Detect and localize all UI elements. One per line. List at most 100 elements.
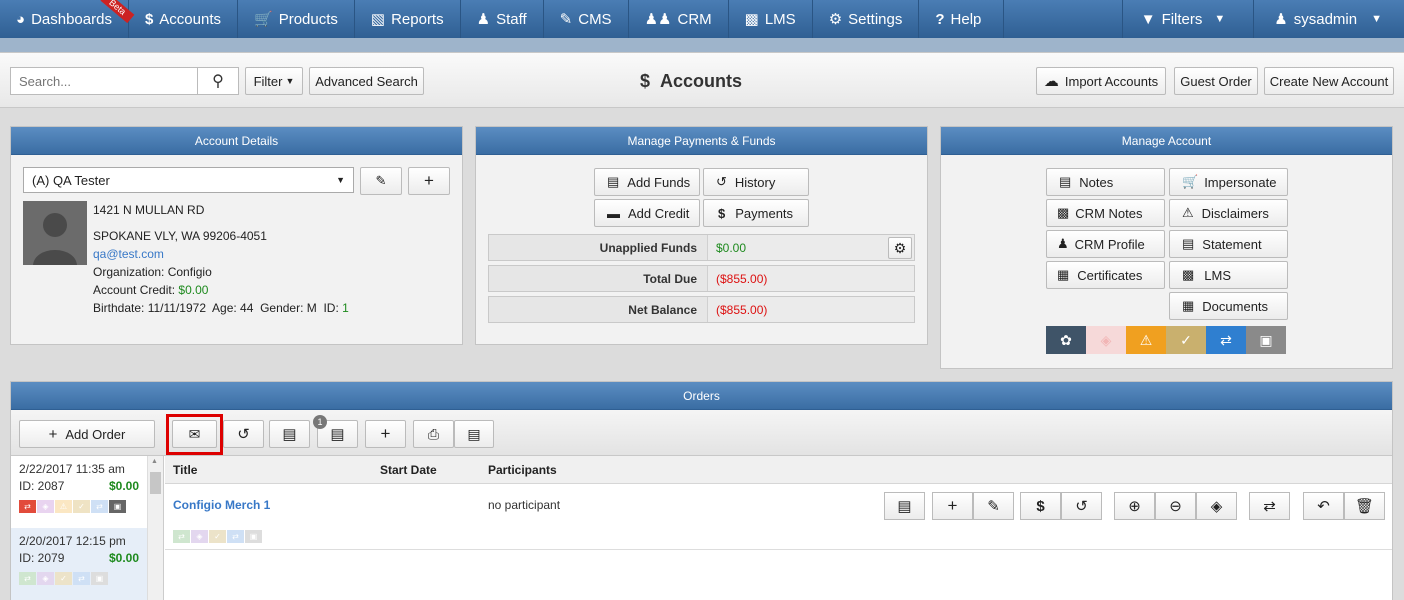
scroll-up-icon[interactable]: ▲ — [151, 458, 158, 465]
row-add-button[interactable]: + — [932, 492, 973, 520]
search-button[interactable]: ⚲ — [197, 67, 239, 95]
advanced-search-button[interactable]: Advanced Search — [309, 67, 424, 95]
add-item-button[interactable]: + — [365, 420, 406, 448]
order-list-scrollbar[interactable]: ▲ — [147, 456, 163, 600]
account-select[interactable]: (A) QA Tester ▼ — [23, 167, 354, 193]
pencil-icon: ✎ — [559, 11, 573, 28]
row-transfer-button[interactable]: ⇄ — [1249, 492, 1290, 520]
panel-heading: Orders — [11, 382, 1392, 410]
notes-button[interactable]: ▤ Notes — [1046, 168, 1165, 196]
funds-settings-button[interactable]: ⚙ — [888, 237, 912, 259]
create-account-button[interactable]: Create New Account — [1264, 67, 1394, 95]
row-edit-button[interactable]: ✎ — [973, 492, 1014, 520]
clipboard-badge-icon[interactable]: ✓ — [1166, 326, 1206, 354]
dollar-gear-icon: $ — [1036, 497, 1045, 515]
nav-filters[interactable]: ▼ Filters ▼ — [1121, 0, 1254, 38]
crm-notes-button[interactable]: ▩ CRM Notes — [1046, 199, 1165, 227]
warning-badge-icon[interactable]: ⚠ — [1126, 326, 1166, 354]
row-discount-button[interactable]: ◈ — [1196, 492, 1237, 520]
guest-order-button[interactable]: Guest Order — [1174, 67, 1258, 95]
disclaimers-button[interactable]: ⚠ Disclaimers — [1169, 199, 1288, 227]
row-history-button[interactable]: ↺ — [1061, 492, 1102, 520]
book-icon: ▩ — [744, 11, 759, 28]
gift-button[interactable]: ▤ — [269, 420, 310, 448]
minus-circle-icon: ⊖ — [1169, 498, 1182, 515]
list-item[interactable]: 2/20/2017 12:15 pm ID: 2079 $0.00 ⇄ ◈ ✓ ⇄ ▣ — [11, 528, 147, 600]
print-button[interactable]: ⎙ — [413, 420, 454, 448]
add-funds-button[interactable]: ▤ Add Funds — [594, 168, 700, 196]
list-item[interactable]: 2/22/2017 11:35 am ID: 2087 $0.00 ⇄ ◈ ⚠ ✓ ⇄ ▣ — [11, 456, 147, 528]
orders-grid-empty — [165, 550, 1392, 600]
edit-account-button[interactable]: ✎ — [360, 167, 402, 195]
email-link[interactable]: qa@test.com — [93, 247, 164, 261]
caret-down-icon: ▼ — [1371, 13, 1382, 25]
nav-crm[interactable]: ♟♟ CRM — [629, 0, 729, 38]
swap-icon: ⇄ — [73, 572, 90, 585]
crm-profile-button[interactable]: ♟ CRM Profile — [1046, 230, 1165, 258]
nav-lms[interactable]: ▩ LMS — [729, 0, 813, 38]
clipboard-icon: ✓ — [209, 530, 226, 543]
swap-icon: ⇄ — [91, 500, 108, 513]
lms-button[interactable]: ▩ LMS — [1169, 261, 1288, 289]
add-credit-button[interactable]: ▬ Add Credit — [594, 199, 700, 227]
order-title-link[interactable]: Configio Merch 1 — [173, 498, 270, 512]
email-button[interactable]: ✉ — [172, 420, 217, 448]
crm-notes-label: CRM Notes — [1075, 205, 1143, 221]
nav-help[interactable]: ? Help — [919, 0, 1005, 38]
users-icon: ♟ — [1057, 236, 1069, 251]
nav-reports-label: Reports — [391, 10, 444, 28]
row-delete-button[interactable]: 🗑 — [1344, 492, 1385, 520]
document-button[interactable]: ▤ — [454, 420, 494, 448]
bar-chart-icon: ▧ — [370, 11, 386, 28]
fund-label: Total Due — [643, 271, 697, 286]
transfer-icon: ⇄ — [173, 530, 190, 543]
disclaimers-label: Disclaimers — [1201, 205, 1269, 221]
row-refund-button[interactable]: ↶ — [1303, 492, 1344, 520]
plus-icon: + — [48, 425, 58, 443]
gift-icon: ▤ — [282, 426, 297, 443]
nav-cms-label: CMS — [578, 10, 612, 28]
documents-button[interactable]: ▦ Documents — [1169, 292, 1288, 320]
certificate-badge-icon[interactable]: ✿ — [1046, 326, 1086, 354]
import-accounts-button[interactable]: ☁ Import Accounts — [1036, 67, 1166, 95]
add-order-button[interactable]: + Add Order — [19, 420, 155, 448]
advanced-search-label: Advanced Search — [315, 73, 418, 89]
search-input[interactable] — [10, 67, 198, 95]
box-badge-icon[interactable]: ▣ — [1246, 326, 1286, 354]
history-button[interactable]: ↺ History — [703, 168, 809, 196]
box-icon: ▣ — [245, 530, 262, 543]
id-label: ID: — [323, 301, 339, 315]
id-value: 1 — [342, 301, 349, 315]
nav-reports[interactable]: ▧ Reports — [355, 0, 461, 38]
row-notes-button[interactable]: ▤ — [884, 492, 925, 520]
nav-dashboards[interactable]: ◕ Dashboards Beta — [0, 0, 135, 38]
comments-icon: ▩ — [1057, 205, 1070, 220]
row-remove-circle-button[interactable]: ⊖ — [1155, 492, 1196, 520]
plus-icon: + — [380, 424, 391, 443]
nav-user[interactable]: ♟ sysadmin ▼ — [1253, 0, 1404, 38]
certificates-button[interactable]: ▦ Certificates — [1046, 261, 1165, 289]
tag-badge-icon[interactable]: ◈ — [1086, 326, 1126, 354]
add-account-button[interactable]: + — [408, 167, 450, 195]
payments-button[interactable]: $ Payments — [703, 199, 809, 227]
order-history-button[interactable]: ↺ — [223, 420, 264, 448]
dollar-icon: $ — [640, 71, 651, 91]
row-payment-button[interactable]: $ — [1020, 492, 1061, 520]
filter-button[interactable]: Filter ▼ — [245, 67, 303, 95]
nav-cms[interactable]: ✎ CMS — [544, 0, 629, 38]
nav-accounts[interactable]: $ Accounts — [129, 0, 238, 38]
scroll-thumb[interactable] — [150, 472, 161, 494]
row-add-circle-button[interactable]: ⊕ — [1114, 492, 1155, 520]
accounts-toolbar: ⚲ Filter ▼ Advanced Search $ Accounts ☁ I… — [0, 52, 1404, 108]
nav-staff[interactable]: ♟ Staff — [461, 0, 544, 38]
statement-icon: ▤ — [1182, 236, 1195, 251]
nav-filters-label: Filters — [1161, 10, 1203, 28]
nav-products[interactable]: 🛒 Products — [238, 0, 355, 38]
guest-order-label: Guest Order — [1180, 73, 1252, 89]
nav-settings[interactable]: ⚙ Settings — [813, 0, 920, 38]
statement-button[interactable]: ▤ Statement — [1169, 230, 1288, 258]
impersonate-button[interactable]: 🛒 Impersonate — [1169, 168, 1288, 196]
swap-icon: ⇄ — [227, 530, 244, 543]
age-value: 44 — [240, 301, 254, 315]
transfer-badge-icon[interactable]: ⇄ — [1206, 326, 1246, 354]
